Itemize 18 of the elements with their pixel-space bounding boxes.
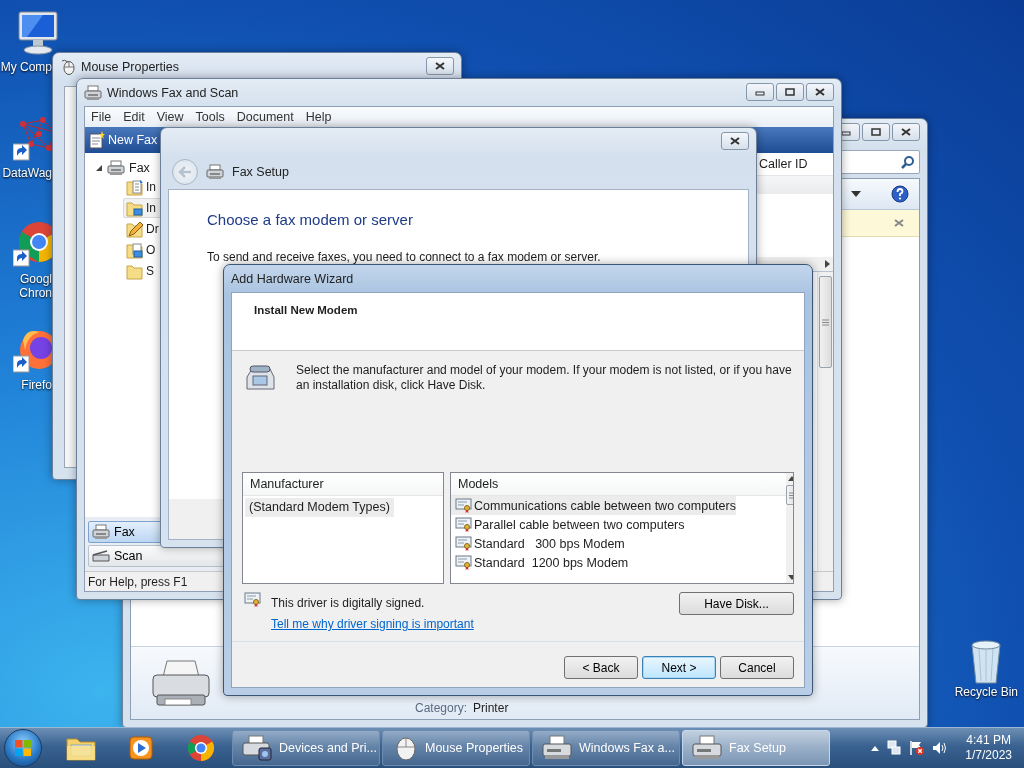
window-title: Mouse Properties	[81, 59, 179, 74]
icon-label: Chron	[19, 286, 52, 300]
window-title: Fax Setup	[232, 165, 289, 179]
icon-label: Googl	[19, 272, 52, 286]
status-text: For Help, press F1	[88, 574, 188, 589]
icon-label: Firefo	[21, 378, 52, 392]
icon-label: My Comp	[0, 60, 52, 74]
category-label: Category:	[415, 701, 468, 715]
wizard-heading: Install New Modem	[254, 304, 358, 316]
page-heading: Choose a fax modem or server	[207, 211, 414, 228]
icon-label: Recycle Bin	[954, 685, 1018, 699]
description-text: To send and receive faxes, you need to connect to a fax modem or server.	[207, 250, 602, 264]
instructions-text: Select the manufacturer and model of your modem. If your modem is not listed, or if you have an installation disk, click Have Disk.	[296, 363, 793, 393]
signature-text: This driver is digitally signed.	[271, 596, 426, 610]
window-title: Add Hardware Wizard	[231, 271, 354, 286]
category-value: Printer	[473, 701, 509, 715]
window-title: Windows Fax and Scan	[107, 85, 239, 100]
icon-label: DataWag	[2, 166, 52, 180]
